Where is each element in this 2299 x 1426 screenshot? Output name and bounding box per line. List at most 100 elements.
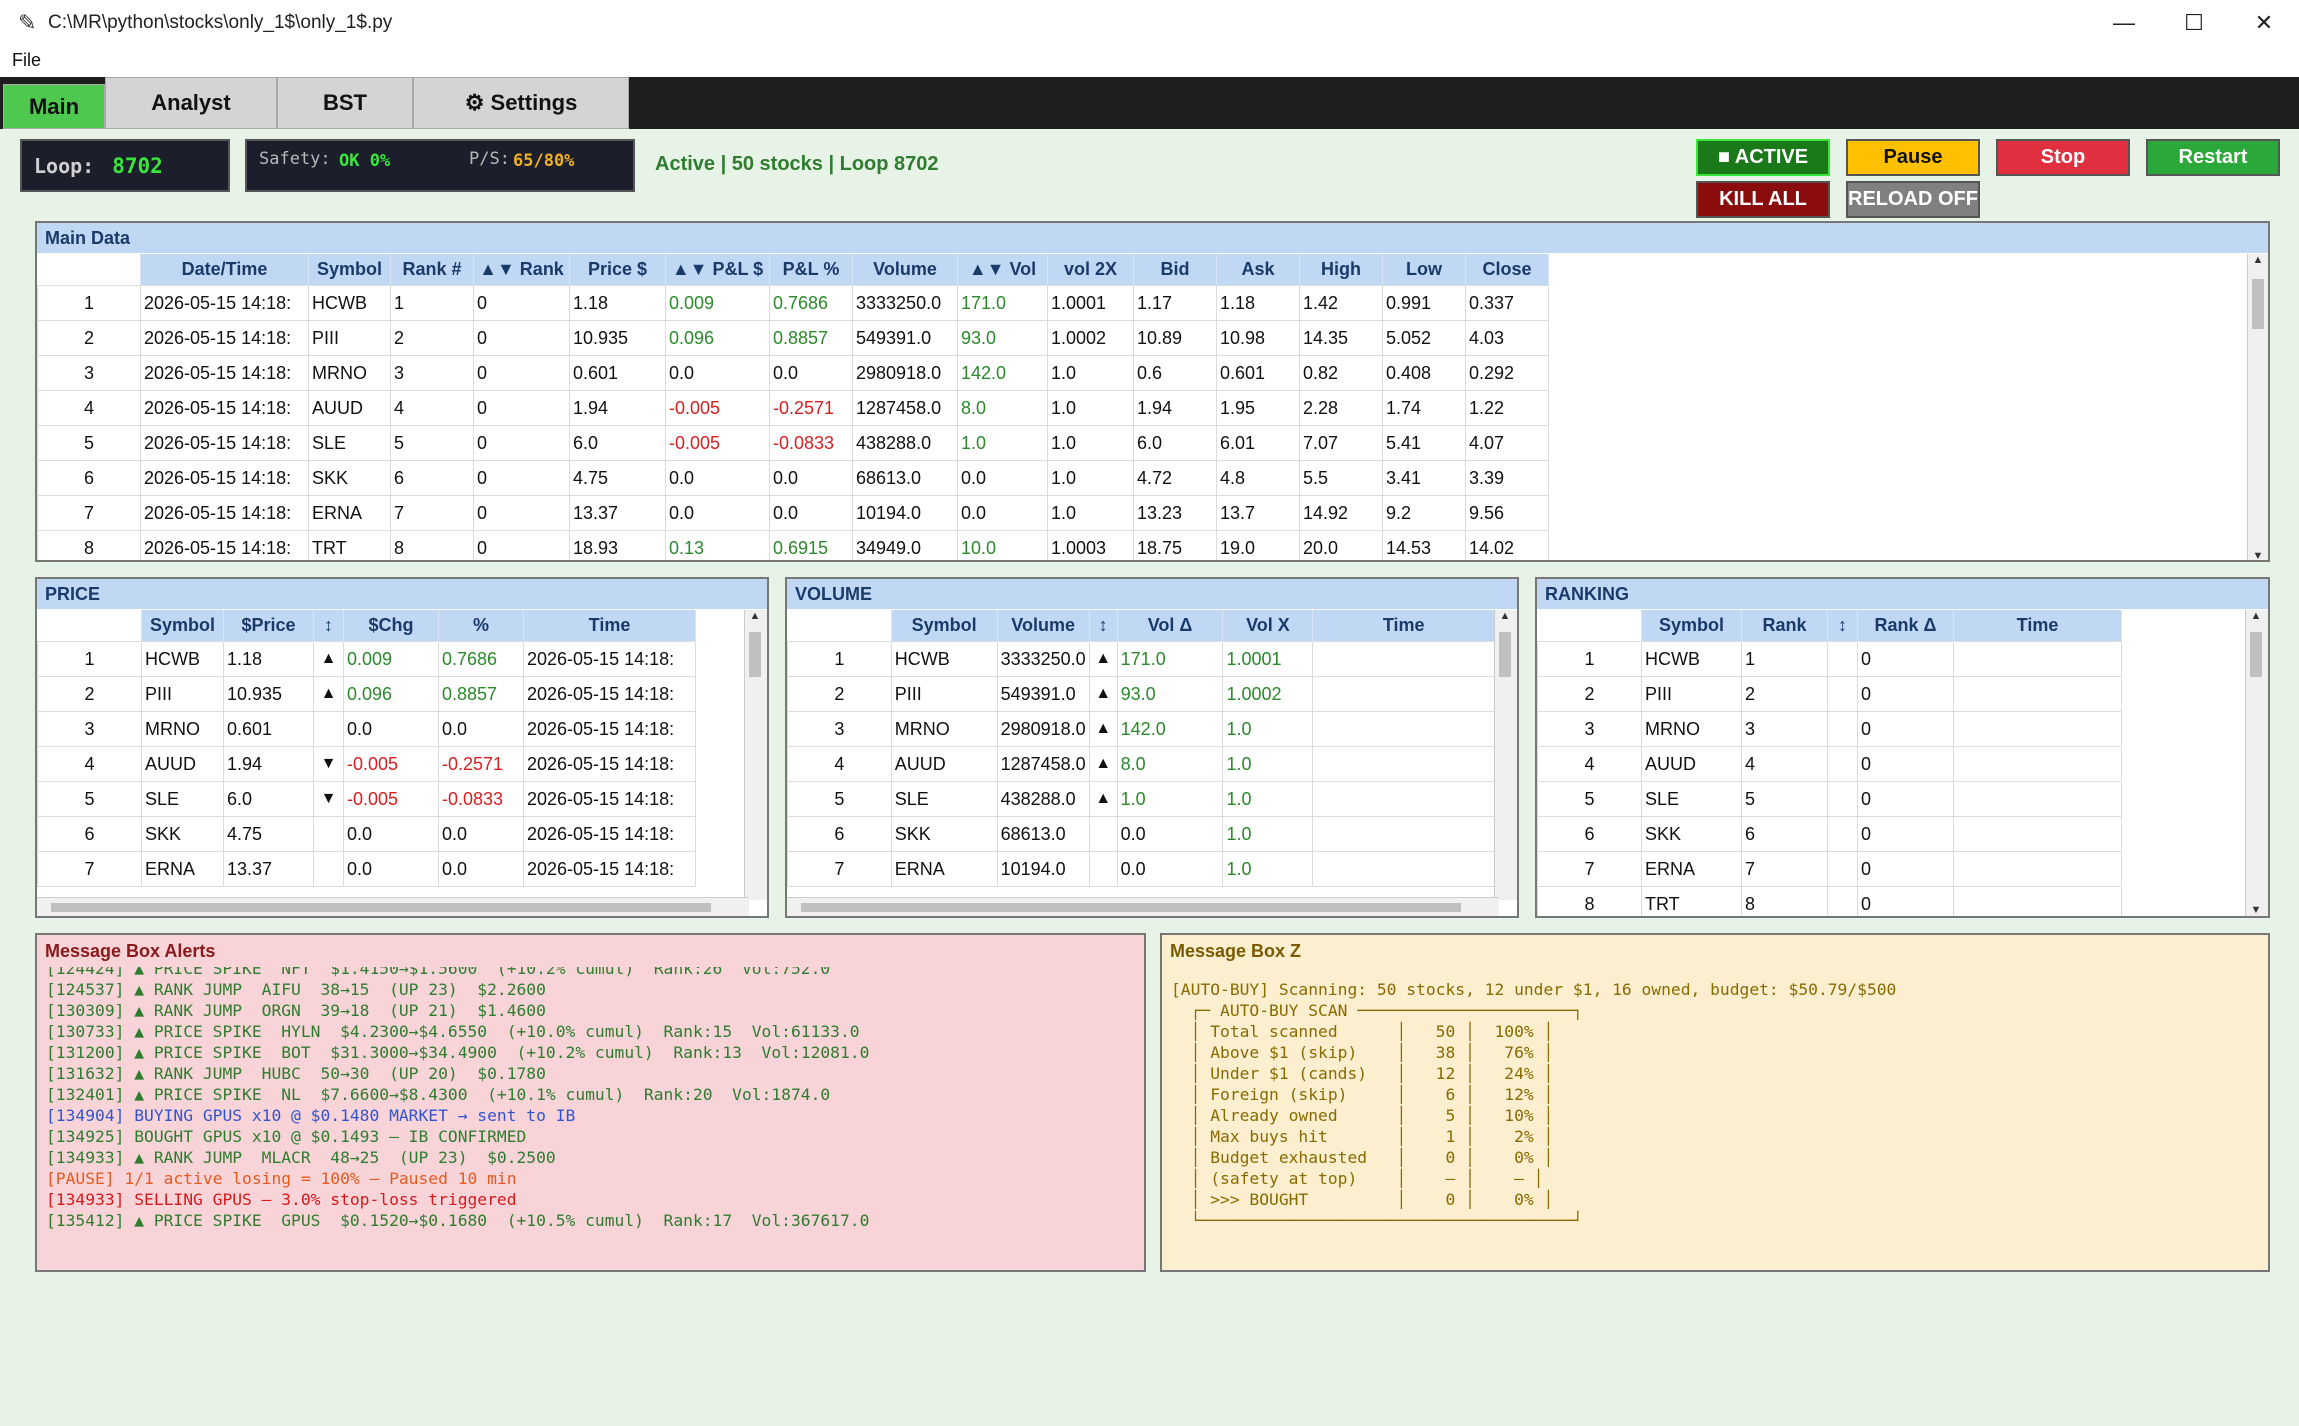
table-row[interactable]: 2 2026-05-15 14:18: PIII 2 0 10.935 0.096 0.885… — [37, 320, 1549, 356]
scroll-thumb[interactable] — [2252, 279, 2264, 329]
column-header[interactable]: Rank — [1741, 610, 1828, 642]
column-header[interactable]: Symbol — [308, 254, 391, 286]
table-row[interactable]: 5 2026-05-15 14:18: SLE 5 0 6.0 -0.005 -0.0833 4… — [37, 425, 1549, 461]
tab-analyst[interactable]: Analyst — [105, 77, 277, 129]
column-header[interactable]: Ask — [1216, 254, 1300, 286]
column-header[interactable] — [787, 610, 892, 642]
table-cell: 2026-05-15 14:18: — [140, 425, 309, 461]
column-header[interactable]: P&L % — [769, 254, 853, 286]
column-header[interactable]: Volume — [852, 254, 958, 286]
table-row[interactable]: 5 SLE 438288.0 ▲ 1.0 1.0 — [787, 781, 1495, 817]
scroll-thumb[interactable] — [749, 632, 761, 677]
table-row[interactable]: 4 AUUD 4 0 — [1537, 746, 2122, 782]
maximize-button[interactable]: ☐ — [2159, 0, 2229, 46]
table-row[interactable]: 7 ERNA 7 0 — [1537, 851, 2122, 887]
column-header[interactable]: Time — [1953, 610, 2122, 642]
column-header[interactable]: Price $ — [569, 254, 666, 286]
tab-settings[interactable]: ⚙ Settings — [413, 77, 629, 129]
table-row[interactable]: 3 MRNO 0.601 0.0 0.0 2026-05-15 14:18: — [37, 711, 696, 747]
column-header[interactable]: ▲▼ P&L $ — [665, 254, 770, 286]
pause-button[interactable]: Pause — [1846, 139, 1980, 176]
table-row[interactable]: 5 SLE 5 0 — [1537, 781, 2122, 817]
price-vscrollbar[interactable]: ▲ — [744, 610, 767, 900]
column-header[interactable]: ▲▼ Vol — [957, 254, 1048, 286]
scroll-thumb[interactable] — [2250, 632, 2262, 677]
column-header[interactable]: High — [1299, 254, 1383, 286]
table-row[interactable]: 1 HCWB 1.18 ▲ 0.009 0.7686 2026-05-15 14:18: — [37, 641, 696, 677]
column-header[interactable]: Vol X — [1222, 610, 1314, 642]
table-row[interactable]: 7 ERNA 13.37 0.0 0.0 2026-05-15 14:18: — [37, 851, 696, 887]
column-header[interactable]: Time — [523, 610, 696, 642]
main-data-scrollbar[interactable]: ▲ ▼ — [2247, 254, 2268, 560]
table-row[interactable]: 4 AUUD 1.94 ▼ -0.005 -0.2571 2026-05-15 14:18: — [37, 746, 696, 782]
table-row[interactable]: 8 2026-05-15 14:18: TRT 8 0 18.93 0.13 0.6915 34… — [37, 530, 1549, 560]
column-header[interactable]: % — [438, 610, 524, 642]
table-row[interactable]: 5 SLE 6.0 ▼ -0.005 -0.0833 2026-05-15 14:18: — [37, 781, 696, 817]
table-row[interactable]: 2 PIII 549391.0 ▲ 93.0 1.0002 — [787, 676, 1495, 712]
column-header[interactable]: Rank Δ — [1857, 610, 1954, 642]
close-button[interactable]: ✕ — [2229, 0, 2299, 46]
stop-button[interactable]: Stop — [1996, 139, 2130, 176]
column-header[interactable]: Time — [1312, 610, 1495, 642]
column-header[interactable]: Symbol — [891, 610, 998, 642]
alerts-scrollbar[interactable] — [1126, 967, 1144, 1257]
table-row[interactable]: 4 2026-05-15 14:18: AUUD 4 0 1.94 -0.005 -0.257… — [37, 390, 1549, 426]
table-row[interactable]: 6 2026-05-15 14:18: SKK 6 0 4.75 0.0 0.0 68613.0… — [37, 460, 1549, 496]
menu-file[interactable]: File — [12, 50, 41, 71]
scroll-thumb[interactable] — [1499, 632, 1511, 677]
table-row[interactable]: 1 2026-05-15 14:18: HCWB 1 0 1.18 0.009 0.7686 3… — [37, 285, 1549, 321]
column-header[interactable]: Rank # — [390, 254, 474, 286]
column-header[interactable]: Symbol — [141, 610, 224, 642]
column-header[interactable]: vol 2X — [1047, 254, 1134, 286]
tab-main[interactable]: Main — [3, 84, 105, 129]
table-row[interactable]: 1 HCWB 3333250.0 ▲ 171.0 1.0001 — [787, 641, 1495, 677]
table-row[interactable]: 6 SKK 6 0 — [1537, 816, 2122, 852]
column-header[interactable]: Vol Δ — [1117, 610, 1224, 642]
scroll-thumb[interactable] — [801, 903, 1461, 912]
table-row[interactable]: 3 MRNO 2980918.0 ▲ 142.0 1.0 — [787, 711, 1495, 747]
column-header[interactable]: $Chg — [343, 610, 439, 642]
table-row[interactable]: 3 2026-05-15 14:18: MRNO 3 0 0.601 0.0 0.0 29809… — [37, 355, 1549, 391]
table-row[interactable]: 6 SKK 4.75 0.0 0.0 2026-05-15 14:18: — [37, 816, 696, 852]
table-row[interactable]: 1 HCWB 1 0 — [1537, 641, 2122, 677]
table-row[interactable]: 8 TRT 8 0 — [1537, 886, 2122, 916]
table-row[interactable]: 6 SKK 68613.0 0.0 1.0 — [787, 816, 1495, 852]
column-header[interactable]: Symbol — [1641, 610, 1742, 642]
column-header[interactable]: Volume — [997, 610, 1090, 642]
table-row[interactable]: 7 ERNA 10194.0 0.0 1.0 — [787, 851, 1495, 887]
table-row[interactable]: 2 PIII 2 0 — [1537, 676, 2122, 712]
column-header[interactable]: Date/Time — [140, 254, 309, 286]
table-row[interactable]: 4 AUUD 1287458.0 ▲ 8.0 1.0 — [787, 746, 1495, 782]
kill-all-button[interactable]: KILL ALL — [1696, 181, 1830, 218]
scroll-down-icon[interactable]: ▼ — [2246, 904, 2266, 916]
tab-bst[interactable]: BST — [277, 77, 413, 129]
restart-button[interactable]: Restart — [2146, 139, 2280, 176]
table-row[interactable]: 7 2026-05-15 14:18: ERNA 7 0 13.37 0.0 0.0 10194… — [37, 495, 1549, 531]
column-header[interactable]: Close — [1465, 254, 1549, 286]
column-header[interactable]: ↕ — [1827, 610, 1858, 642]
table-row[interactable]: 2 PIII 10.935 ▲ 0.096 0.8857 2026-05-15 14:18: — [37, 676, 696, 712]
table-row[interactable]: 3 MRNO 3 0 — [1537, 711, 2122, 747]
volume-vscrollbar[interactable]: ▲ — [1494, 610, 1517, 900]
column-header[interactable]: ↕ — [313, 610, 344, 642]
scroll-up-icon[interactable]: ▲ — [1495, 610, 1515, 622]
column-header[interactable] — [37, 254, 141, 286]
price-hscrollbar[interactable] — [37, 897, 749, 916]
column-header[interactable]: Low — [1382, 254, 1466, 286]
column-header[interactable]: ↕ — [1089, 610, 1118, 642]
column-header[interactable]: Bid — [1133, 254, 1217, 286]
column-header[interactable]: ▲▼ Rank — [473, 254, 570, 286]
reload-toggle-button[interactable]: RELOAD OFF — [1846, 181, 1980, 218]
scroll-up-icon[interactable]: ▲ — [745, 610, 765, 622]
active-button[interactable]: ■ ACTIVE — [1696, 139, 1830, 176]
volume-hscrollbar[interactable] — [787, 897, 1499, 916]
column-header[interactable] — [1537, 610, 1642, 642]
scroll-thumb[interactable] — [51, 903, 711, 912]
ranking-vscrollbar[interactable]: ▲ ▼ — [2245, 610, 2268, 916]
scroll-up-icon[interactable]: ▲ — [2248, 254, 2268, 266]
scroll-down-icon[interactable]: ▼ — [2248, 550, 2268, 560]
column-header[interactable] — [37, 610, 142, 642]
scroll-up-icon[interactable]: ▲ — [2246, 610, 2266, 622]
minimize-button[interactable]: — — [2089, 0, 2159, 46]
column-header[interactable]: $Price — [223, 610, 314, 642]
